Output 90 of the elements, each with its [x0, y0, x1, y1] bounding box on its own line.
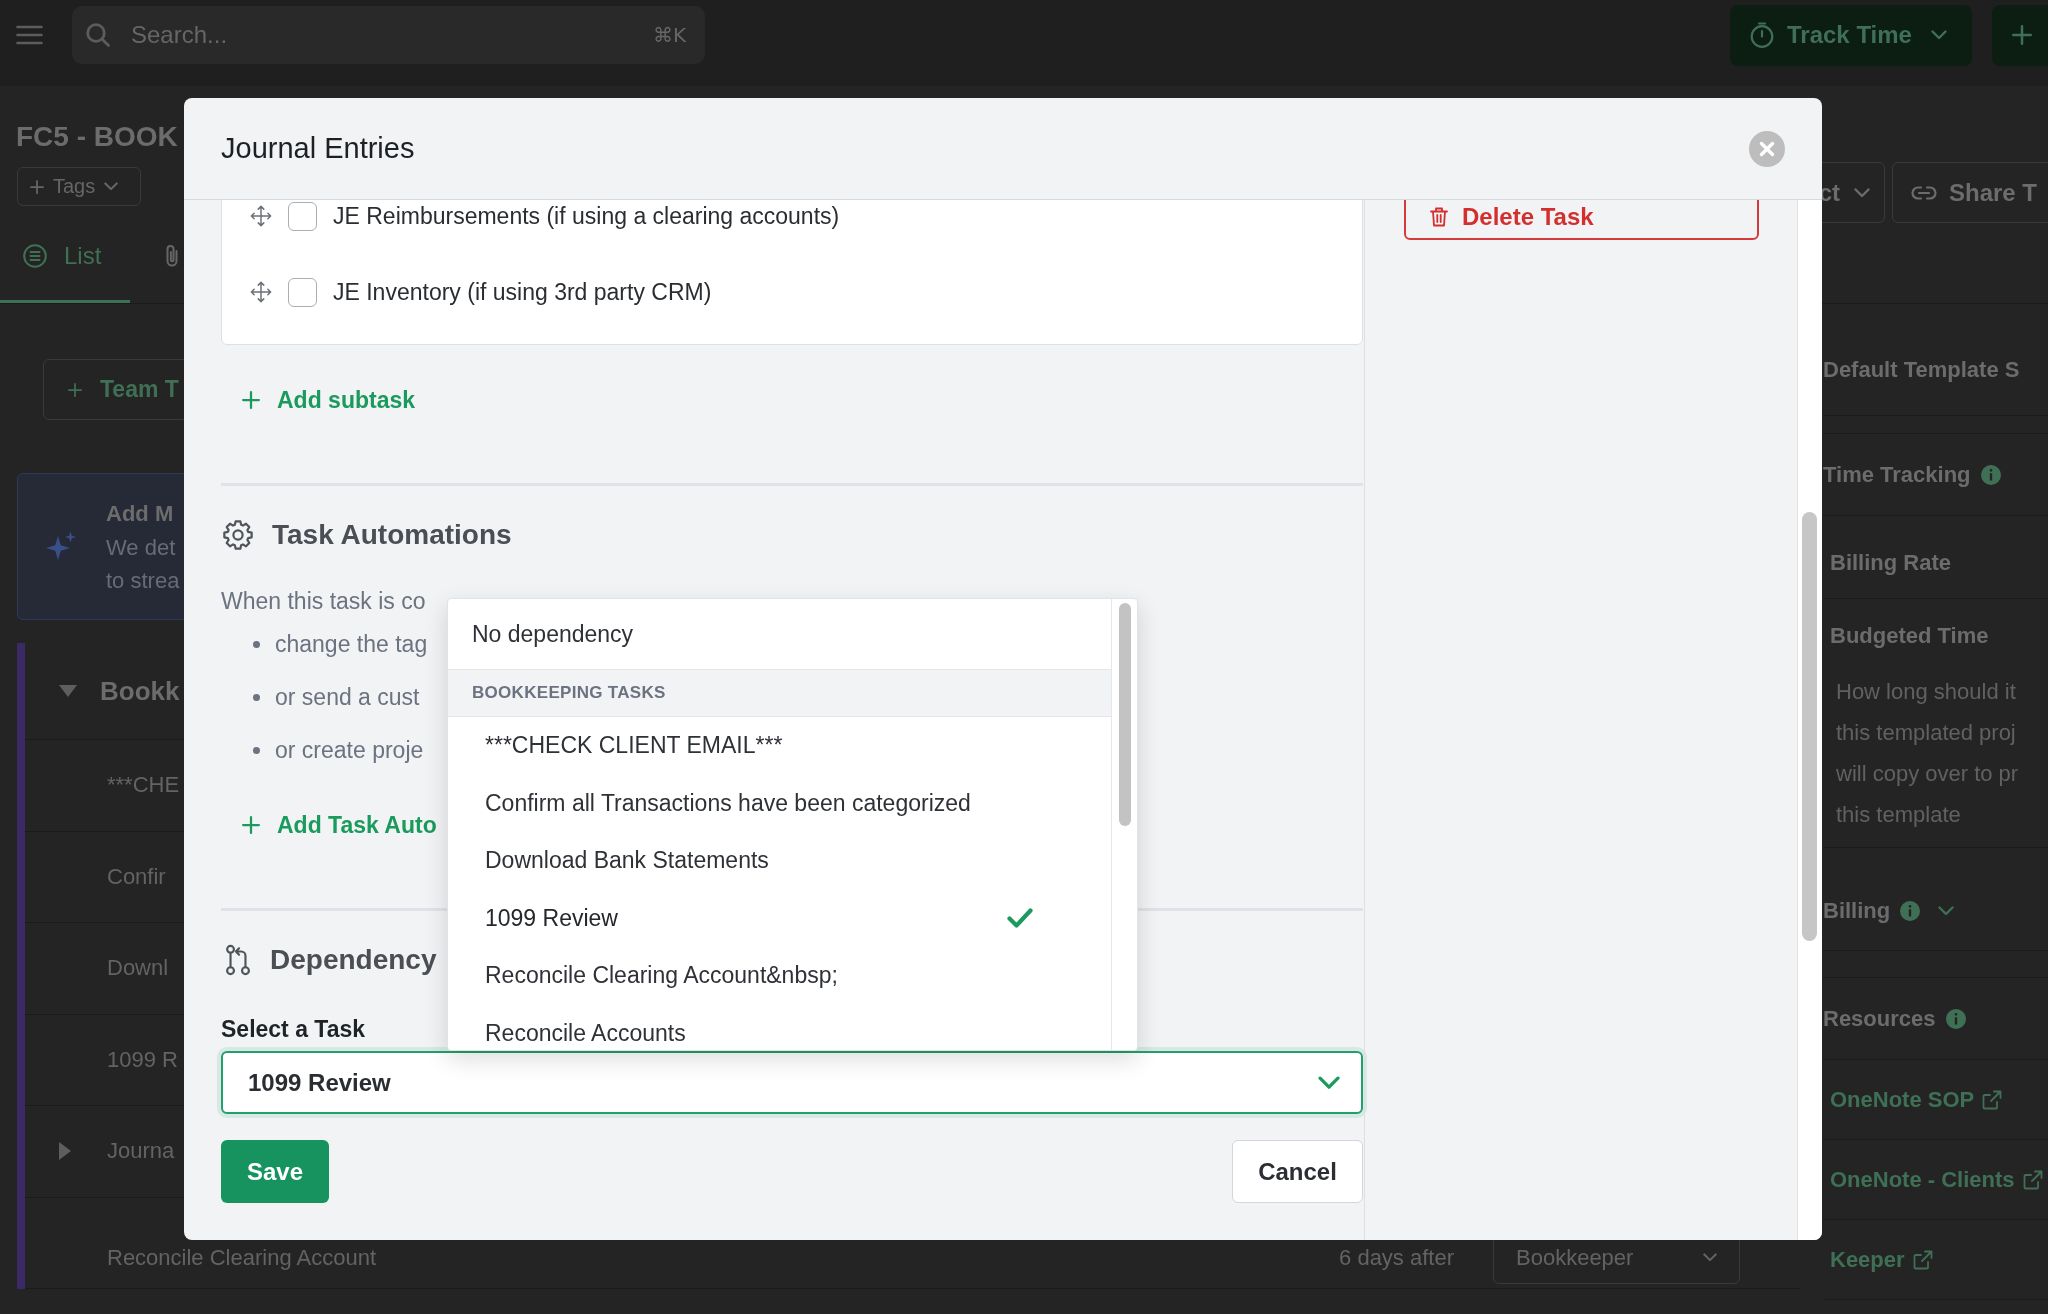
tags-button[interactable]: Tags — [17, 167, 141, 206]
automation-item: or create proje — [275, 737, 424, 764]
check-icon — [1007, 908, 1033, 929]
menu-group-header: BOOKKEEPING TASKS — [448, 669, 1111, 717]
menu-icon[interactable] — [16, 25, 43, 45]
save-button[interactable]: Save — [221, 1140, 329, 1203]
menu-option[interactable]: No dependency — [448, 599, 1111, 669]
paperclip-icon — [165, 243, 180, 268]
info-icon[interactable] — [1900, 900, 1921, 921]
branch-icon — [225, 944, 251, 976]
delete-task-button[interactable]: Delete Task — [1404, 200, 1759, 240]
list-icon — [23, 243, 47, 268]
chevron-down-icon — [1703, 1253, 1717, 1263]
field-title: Billing Rate — [1830, 549, 1951, 576]
menu-option[interactable]: Reconcile Clearing Account&nbsp; — [448, 947, 1111, 1005]
section-title: Resources — [1823, 1005, 1936, 1032]
add-automation-button[interactable]: Add Task Auto — [221, 801, 437, 849]
section-title: Task Automations — [272, 519, 512, 551]
external-link-icon — [1982, 1089, 2003, 1110]
shortcut-hint: ⌘K — [652, 23, 686, 47]
task-select[interactable]: 1099 Review — [221, 1051, 1363, 1114]
caret-right-icon[interactable] — [59, 1142, 71, 1161]
page-title: FC5 - BOOK — [16, 120, 178, 154]
menu-option[interactable]: 1099 Review — [448, 889, 1111, 947]
add-subtask-button[interactable]: Add subtask — [221, 376, 416, 424]
section-title: Default Template S — [1823, 356, 2020, 383]
settings-icon — [223, 520, 253, 550]
bullet-icon — [253, 694, 260, 701]
task-name: Downl — [107, 955, 169, 982]
close-icon[interactable] — [1749, 130, 1785, 167]
task-name: 1099 R — [107, 1046, 178, 1073]
automation-intro: When this task is co — [221, 587, 426, 616]
resource-link[interactable]: OneNote - Clients — [1830, 1166, 2043, 1193]
share-button[interactable]: Share T — [1891, 162, 2048, 223]
cancel-button[interactable]: Cancel — [1232, 1140, 1363, 1203]
help-text: How long should it this templated proj will copy over to pr this template — [1835, 678, 2020, 829]
chevron-down-icon — [104, 182, 119, 191]
section-title: Dependency — [270, 944, 437, 976]
caret-down-icon[interactable] — [59, 685, 77, 697]
scrollbar-thumb[interactable] — [1119, 603, 1131, 826]
task-name: Confir — [107, 863, 166, 890]
checkbox[interactable] — [288, 277, 317, 307]
track-time-button[interactable]: Track Time — [1730, 4, 1972, 66]
menu-option[interactable]: Download Bank Statements — [448, 832, 1111, 890]
external-link-icon — [1912, 1249, 1933, 1270]
field-title: Budgeted Time — [1830, 623, 1989, 649]
plus-icon — [68, 382, 82, 397]
scrollbar-thumb[interactable] — [1802, 512, 1817, 941]
move-icon[interactable] — [250, 281, 272, 303]
group-title: Bookk — [100, 675, 180, 707]
subtask-label: JE Inventory (if using 3rd party CRM) — [333, 278, 712, 306]
task-name: Journa — [107, 1138, 175, 1165]
task-timing: 6 days after — [1339, 1244, 1454, 1271]
section-title: Billing — [1823, 897, 1891, 924]
plus-icon — [242, 816, 260, 834]
menu-option[interactable]: Confirm all Transactions have been categorized — [448, 774, 1111, 832]
chevron-down-icon — [1853, 187, 1870, 198]
automation-item: change the tag — [275, 631, 428, 658]
link-icon — [1910, 185, 1937, 200]
chevron-down-icon — [1318, 1075, 1340, 1090]
clock-icon — [1750, 22, 1774, 48]
search-icon — [86, 23, 110, 47]
resource-link[interactable]: Keeper — [1830, 1246, 1933, 1273]
chevron-down-icon[interactable] — [1938, 905, 1955, 916]
subtask-label: JE Reimbursements (if using a clearing accounts) — [333, 202, 840, 230]
info-icon[interactable] — [1980, 464, 2001, 485]
trash-icon — [1430, 207, 1448, 227]
notice-title: Add M — [106, 499, 175, 528]
menu-option[interactable]: ***CHECK CLIENT EMAIL*** — [448, 717, 1111, 775]
notice-text: We det to strea — [106, 533, 180, 595]
move-icon[interactable] — [250, 205, 272, 227]
tab[interactable]: List — [0, 235, 131, 303]
resource-link[interactable]: OneNote SOP — [1830, 1086, 2003, 1113]
checkbox[interactable] — [288, 201, 317, 231]
menu-option[interactable]: Reconcile Accounts — [448, 1004, 1111, 1050]
bullet-icon — [253, 641, 260, 648]
add-button[interactable] — [1992, 4, 2048, 66]
info-icon[interactable] — [1945, 1008, 1966, 1029]
chevron-down-icon — [1930, 30, 1947, 40]
task-name: ***CHE — [107, 772, 180, 799]
modal-title: Journal Entries — [221, 132, 415, 165]
plus-icon — [30, 179, 44, 194]
section-title: Time Tracking — [1823, 461, 1971, 488]
external-link-icon — [2022, 1169, 2043, 1190]
automation-item: or send a cust — [275, 684, 420, 711]
plus-icon — [242, 391, 260, 409]
plus-icon — [2012, 25, 2032, 45]
task-name: Reconcile Clearing Account — [107, 1244, 377, 1271]
bullet-icon — [253, 747, 260, 754]
field-label: Select a Task — [221, 1015, 366, 1044]
